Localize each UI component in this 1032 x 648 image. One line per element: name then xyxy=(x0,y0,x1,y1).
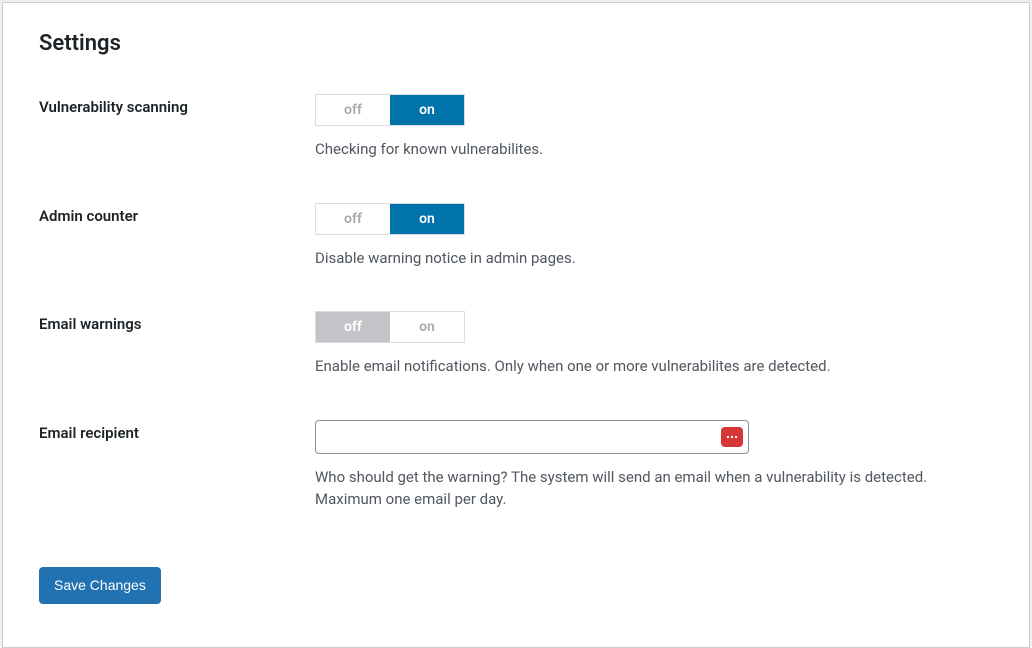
toggle-on-vulnerability-scanning[interactable]: on xyxy=(390,95,464,125)
label-admin-counter: Admin counter xyxy=(39,203,315,225)
settings-panel: Settings Vulnerability scanning off on C… xyxy=(2,2,1030,648)
control-vulnerability-scanning: off on Checking for known vulnerabilites… xyxy=(315,94,993,161)
page-title: Settings xyxy=(39,31,993,56)
label-vulnerability-scanning: Vulnerability scanning xyxy=(39,94,315,116)
control-admin-counter: off on Disable warning notice in admin p… xyxy=(315,203,993,270)
description-email-warnings: Enable email notifications. Only when on… xyxy=(315,355,993,378)
control-email-warnings: off on Enable email notifications. Only … xyxy=(315,311,993,378)
save-button[interactable]: Save Changes xyxy=(39,567,161,605)
toggle-on-email-warnings[interactable]: on xyxy=(390,312,464,342)
row-vulnerability-scanning: Vulnerability scanning off on Checking f… xyxy=(39,94,993,161)
control-email-recipient: Who should get the warning? The system w… xyxy=(315,420,993,511)
row-email-recipient: Email recipient Who should get the warni… xyxy=(39,420,993,511)
email-input-wrap xyxy=(315,420,749,454)
toggle-off-admin-counter[interactable]: off xyxy=(316,204,390,234)
password-manager-icon[interactable] xyxy=(721,427,743,447)
toggle-email-warnings[interactable]: off on xyxy=(315,311,465,343)
toggle-admin-counter[interactable]: off on xyxy=(315,203,465,235)
row-email-warnings: Email warnings off on Enable email notif… xyxy=(39,311,993,378)
row-admin-counter: Admin counter off on Disable warning not… xyxy=(39,203,993,270)
email-recipient-input[interactable] xyxy=(315,420,749,454)
toggle-on-admin-counter[interactable]: on xyxy=(390,204,464,234)
toggle-off-vulnerability-scanning[interactable]: off xyxy=(316,95,390,125)
label-email-recipient: Email recipient xyxy=(39,420,315,442)
label-email-warnings: Email warnings xyxy=(39,311,315,333)
toggle-vulnerability-scanning[interactable]: off on xyxy=(315,94,465,126)
description-admin-counter: Disable warning notice in admin pages. xyxy=(315,247,993,270)
toggle-off-email-warnings[interactable]: off xyxy=(316,312,390,342)
description-email-recipient: Who should get the warning? The system w… xyxy=(315,466,993,511)
description-vulnerability-scanning: Checking for known vulnerabilites. xyxy=(315,138,993,161)
